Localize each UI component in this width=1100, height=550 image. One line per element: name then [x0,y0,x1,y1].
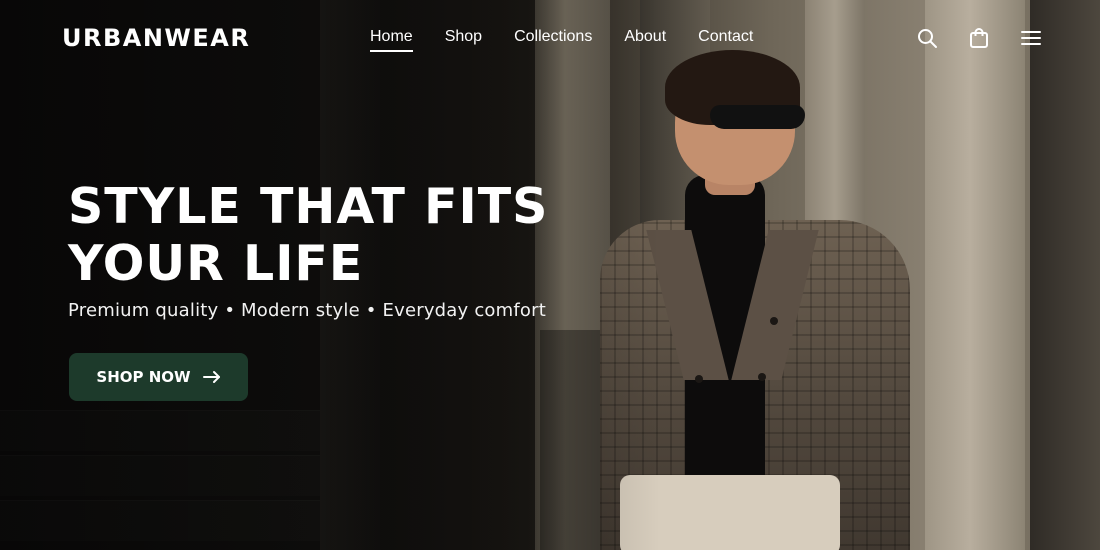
shop-now-button[interactable]: SHOP NOW [69,353,248,401]
search-icon[interactable] [915,26,939,50]
shop-now-label: SHOP NOW [96,368,191,386]
nav-item-contact[interactable]: Contact [698,28,753,52]
shopping-bag-icon[interactable] [967,26,991,50]
arrow-right-icon [202,371,220,383]
site-header: URBANWEAR Home Shop Collections About Co… [0,0,1100,78]
nav-item-shop[interactable]: Shop [445,28,482,52]
menu-icon[interactable] [1019,26,1043,50]
nav-item-about[interactable]: About [624,28,666,52]
hero-headline: STYLE THAT FITS YOUR LIFE [68,178,548,292]
hero-tagline: Premium quality • Modern style • Everyda… [68,300,546,321]
brand-logo[interactable]: URBANWEAR [62,24,250,52]
header-icons [915,26,1043,50]
nav-item-collections[interactable]: Collections [514,28,592,52]
nav-item-home[interactable]: Home [370,28,413,52]
hero-headline-line-1: STYLE THAT FITS [68,178,549,235]
hero-headline-line-2: YOUR LIFE [68,235,364,292]
main-nav: Home Shop Collections About Contact [370,28,753,52]
